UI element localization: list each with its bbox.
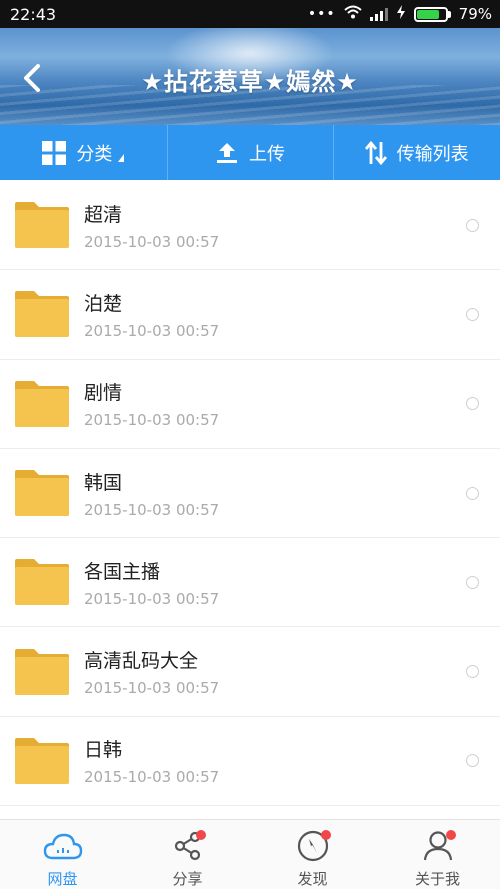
file-row[interactable]: 韩国 2015-10-03 00:57 xyxy=(0,449,500,539)
status-time: 22:43 xyxy=(10,4,57,24)
folder-icon xyxy=(13,200,71,250)
folder-icon xyxy=(13,647,71,697)
notification-badge xyxy=(445,830,456,840)
status-bar: 22:43 ••• 79% xyxy=(0,0,500,28)
user-icon xyxy=(418,828,458,864)
header: ★拈花惹草★嫣然★ xyxy=(0,28,500,125)
status-icons: ••• 79% xyxy=(308,5,492,23)
file-date: 2015-10-03 00:57 xyxy=(84,321,220,340)
file-name: 各国主播 xyxy=(84,560,161,583)
select-radio[interactable] xyxy=(466,754,479,768)
charging-icon xyxy=(396,5,406,23)
file-date: 2015-10-03 00:57 xyxy=(84,768,220,787)
file-list: 超清 2015-10-03 00:57 泊楚 2015-10-03 00:57 … xyxy=(0,181,500,819)
nav-item-compass[interactable]: 发现 xyxy=(250,820,375,889)
folder-icon xyxy=(13,289,71,339)
compass-icon xyxy=(293,828,333,864)
file-name: 泊楚 xyxy=(84,292,123,315)
file-name: 日韩 xyxy=(84,739,123,762)
transfer-list-button[interactable]: 传输列表 xyxy=(333,125,500,180)
nav-item-share[interactable]: 分享 xyxy=(125,820,250,889)
file-row[interactable]: 超清 2015-10-03 00:57 xyxy=(0,181,500,271)
folder-icon xyxy=(13,468,71,518)
notification-badge xyxy=(195,830,206,840)
select-radio[interactable] xyxy=(466,218,479,232)
dots-icon: ••• xyxy=(307,6,336,22)
upload-icon xyxy=(217,142,237,163)
folder-icon xyxy=(13,379,71,429)
file-row[interactable]: 日韩 2015-10-03 00:57 xyxy=(0,717,500,807)
wifi-icon xyxy=(343,5,362,23)
nav-label: 关于我 xyxy=(414,870,460,888)
file-name: 高清乱码大全 xyxy=(84,650,199,673)
select-radio[interactable] xyxy=(466,575,479,589)
nav-label: 分享 xyxy=(172,870,203,888)
select-radio[interactable] xyxy=(466,307,479,321)
file-row[interactable]: 泊楚 2015-10-03 00:57 xyxy=(0,270,500,360)
cloud-icon xyxy=(43,828,83,864)
transfer-list-label: 传输列表 xyxy=(396,143,469,165)
category-label: 分类 xyxy=(76,143,113,165)
nav-label: 发现 xyxy=(297,870,328,888)
category-button[interactable]: 分类 xyxy=(0,125,167,180)
battery-icon xyxy=(413,6,451,22)
nav-item-user[interactable]: 关于我 xyxy=(375,820,500,889)
transfer-arrows-icon xyxy=(364,140,387,165)
select-radio[interactable] xyxy=(466,665,479,679)
file-name: 剧情 xyxy=(84,382,123,405)
file-row[interactable]: 剧情 2015-10-03 00:57 xyxy=(0,360,500,449)
grid-icon xyxy=(42,140,67,165)
folder-icon xyxy=(13,557,71,607)
file-date: 2015-10-03 00:57 xyxy=(84,232,220,251)
share-icon xyxy=(168,828,208,864)
file-date: 2015-10-03 00:57 xyxy=(84,500,220,519)
file-name: 韩国 xyxy=(84,471,123,494)
nav-item-cloud[interactable]: 网盘 xyxy=(0,820,125,889)
bottom-nav: 网盘 分享 发现 关于我 xyxy=(0,819,500,889)
signal-icon xyxy=(369,7,388,21)
notification-badge xyxy=(320,830,331,840)
toolbar: 分类 上传 传输列表 xyxy=(0,125,500,180)
folder-icon xyxy=(13,736,71,786)
upload-label: 上传 xyxy=(249,143,285,165)
file-row[interactable]: 高清乱码大全 2015-10-03 00:57 xyxy=(0,627,500,717)
select-radio[interactable] xyxy=(466,397,479,411)
file-name: 超清 xyxy=(84,203,123,226)
nav-label: 网盘 xyxy=(47,870,78,888)
battery-percent: 79% xyxy=(458,5,492,23)
dropdown-triangle-icon xyxy=(118,153,125,162)
file-date: 2015-10-03 00:57 xyxy=(84,411,220,430)
upload-button[interactable]: 上传 xyxy=(166,125,334,180)
file-date: 2015-10-03 00:57 xyxy=(84,589,220,608)
file-row[interactable]: 各国主播 2015-10-03 00:57 xyxy=(0,538,500,628)
page-title: ★拈花惹草★嫣然★ xyxy=(141,68,359,96)
select-radio[interactable] xyxy=(466,486,479,500)
file-date: 2015-10-03 00:57 xyxy=(84,679,220,698)
